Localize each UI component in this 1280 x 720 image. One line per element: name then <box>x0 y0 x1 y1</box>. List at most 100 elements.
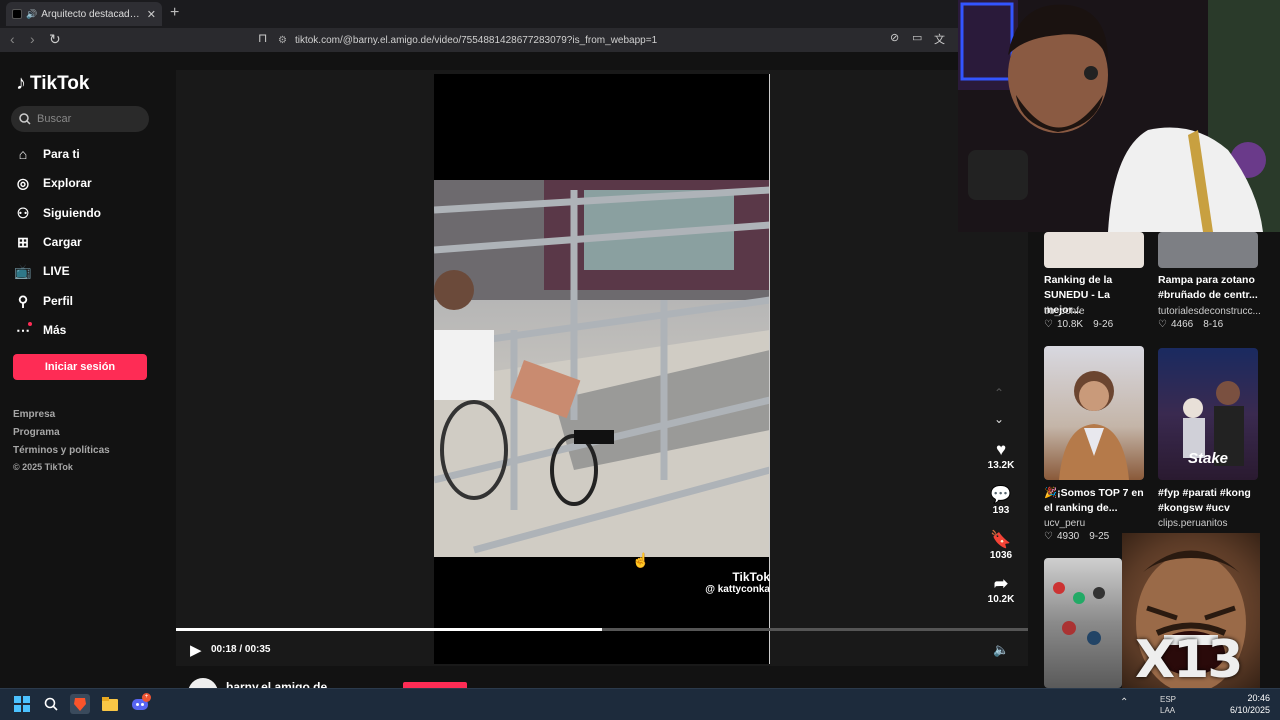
windows-start-icon[interactable] <box>12 694 32 714</box>
sidebar-item-label: Más <box>43 323 67 337</box>
copyright: © 2025 TikTok <box>13 462 73 472</box>
login-button[interactable]: Iniciar sesión <box>13 354 147 380</box>
tracking-icon[interactable]: ⊘ <box>890 31 899 44</box>
card-title[interactable]: #fyp #parati #kong #kongsw #ucv <box>1158 486 1262 516</box>
hand-cursor-icon: ☝ <box>632 552 650 568</box>
new-tab-button[interactable]: + <box>170 4 179 22</box>
sidebar-item-explorar[interactable]: ◎ Explorar <box>15 172 165 194</box>
save-count: 1036 <box>989 550 1013 561</box>
tray-chevron-icon[interactable]: ⌃ <box>1120 697 1128 708</box>
card-likes: 4930 <box>1056 531 1080 542</box>
play-icon[interactable]: ▶ <box>190 641 202 659</box>
next-video-icon[interactable]: ⌄ <box>994 412 1004 426</box>
sidebar-item-label: LIVE <box>43 264 70 278</box>
sidebar-item-label: Explorar <box>43 176 92 190</box>
following-icon: ⚇ <box>16 204 30 221</box>
card-date: 9-26 <box>1093 319 1114 330</box>
clock-time: 20:46 <box>1247 693 1271 703</box>
upload-icon: ⊞ <box>17 233 29 250</box>
comment-button[interactable]: 💬 193 <box>983 485 1019 516</box>
card-date: 9-25 <box>1089 531 1110 542</box>
like-count: 13.2K <box>987 460 1015 471</box>
card-meta: ♡ 10.8K 9-26 <box>1044 319 1113 330</box>
sidebar-item-siguiendo[interactable]: ⚇ Siguiendo <box>15 202 165 224</box>
browser-tab[interactable]: 🔊 Arquitecto destacado de la U ✕ <box>6 2 162 26</box>
previous-video-icon[interactable]: ⌃ <box>994 386 1004 400</box>
close-tab-icon[interactable]: ✕ <box>147 8 156 21</box>
recommended-thumbnail[interactable] <box>1158 232 1258 268</box>
sidebar-item-live[interactable]: 📺 LIVE <box>14 260 165 282</box>
back-button[interactable]: ‹ <box>10 31 15 47</box>
brand-name: TikTok <box>30 72 90 94</box>
search-icon[interactable] <box>41 694 61 714</box>
share-count: 10.2K <box>987 594 1015 605</box>
recommended-thumbnail[interactable] <box>1044 232 1144 268</box>
forward-button[interactable]: › <box>30 31 35 47</box>
url-field[interactable]: ⚙ tiktok.com/@barny.el.amigo.de/video/75… <box>278 31 958 49</box>
taskbar <box>0 688 1280 720</box>
site-info-icon[interactable]: ⚙ <box>278 35 287 46</box>
card-author[interactable]: tutorialesdeconstrucc... <box>1158 306 1262 317</box>
notification-dot <box>28 322 32 326</box>
sidebar-item-label: Siguiendo <box>43 206 101 220</box>
card-title[interactable]: Rampa para zotano #bruñado de centr... <box>1158 273 1262 303</box>
card-author[interactable]: tio_confe <box>1044 306 1148 317</box>
multiplier-label: X13 <box>1135 630 1243 690</box>
sidebar-item-label: Perfil <box>43 294 74 308</box>
clock-date: 6/10/2025 <box>1230 705 1271 715</box>
video-scene <box>434 180 770 557</box>
video-time: 00:18 / 00:35 <box>211 644 271 655</box>
language-indicator[interactable]: ESP LAA <box>1160 694 1176 716</box>
sidebar-item-cargar[interactable]: ⊞ Cargar <box>15 231 165 253</box>
comment-count: 193 <box>992 505 1010 516</box>
profile-icon: ⚲ <box>17 292 29 309</box>
video-frame[interactable] <box>434 180 770 557</box>
recommended-thumbnail[interactable] <box>1044 558 1122 688</box>
system-clock[interactable]: 20:46 6/10/2025 <box>1230 692 1270 716</box>
tab-title: Arquitecto destacado de la U <box>41 8 143 20</box>
search-placeholder: Buscar <box>37 113 72 125</box>
footer-link-programa[interactable]: Programa <box>13 427 60 438</box>
search-input[interactable]: Buscar <box>11 106 149 132</box>
webcam-overlay <box>958 0 1280 232</box>
footer-link-empresa[interactable]: Empresa <box>13 409 55 420</box>
streamer-image <box>958 0 1280 232</box>
translate-icon[interactable]: 文 <box>934 31 945 47</box>
like-button[interactable]: ♥ 13.2K <box>983 440 1019 471</box>
brave-browser-icon[interactable] <box>70 694 90 714</box>
card-author[interactable]: clips.peruanitos <box>1158 518 1262 529</box>
thumbnail-caption: Stake <box>1188 450 1229 467</box>
compass-icon: ◎ <box>16 174 30 191</box>
sidebar-item-mas[interactable]: ⋯ Más <box>15 319 165 341</box>
card-meta: ♡ 4466 8-16 <box>1158 319 1223 330</box>
heart-icon: ♡ <box>1158 319 1167 330</box>
bookmark-icon[interactable]: ⊓ <box>258 31 267 45</box>
sidebar-item-label: Cargar <box>43 235 82 249</box>
heart-icon: ♡ <box>1044 531 1053 542</box>
reload-button[interactable]: ↻ <box>49 31 61 48</box>
tiktok-note-icon: ♪ <box>16 72 26 94</box>
sidebar-item-label: Para ti <box>43 147 80 161</box>
cast-icon[interactable]: ▭ <box>912 31 922 44</box>
heart-icon: ♡ <box>1044 319 1053 330</box>
watermark-username: @ kattyconka <box>705 584 770 595</box>
footer-link-terminos[interactable]: Términos y políticas <box>13 445 110 456</box>
card-title[interactable]: 🎉¡Somos TOP 7 en el ranking de... <box>1044 486 1148 516</box>
recommended-thumbnail[interactable]: Stake <box>1158 348 1258 480</box>
search-icon <box>19 113 31 125</box>
share-button[interactable]: ➦ 10.2K <box>983 574 1019 605</box>
notification-badge: + <box>142 693 151 702</box>
card-likes: 4466 <box>1170 319 1194 330</box>
card-date: 8-16 <box>1203 319 1224 330</box>
sidebar-item-perfil[interactable]: ⚲ Perfil <box>15 290 165 312</box>
card-author[interactable]: ucv_peru <box>1044 518 1148 529</box>
card-likes: 10.8K <box>1056 319 1084 330</box>
tiktok-logo[interactable]: ♪ TikTok <box>16 72 89 95</box>
thumbnail-image <box>1059 371 1129 480</box>
recommended-thumbnail[interactable] <box>1044 346 1144 480</box>
tiktok-favicon-icon <box>12 9 22 19</box>
sidebar-item-para-ti[interactable]: ⌂ Para ti <box>15 143 165 165</box>
file-explorer-icon[interactable] <box>100 694 120 714</box>
volume-icon[interactable]: 🔈 <box>993 642 1009 658</box>
save-button[interactable]: 🔖 1036 <box>983 530 1019 561</box>
